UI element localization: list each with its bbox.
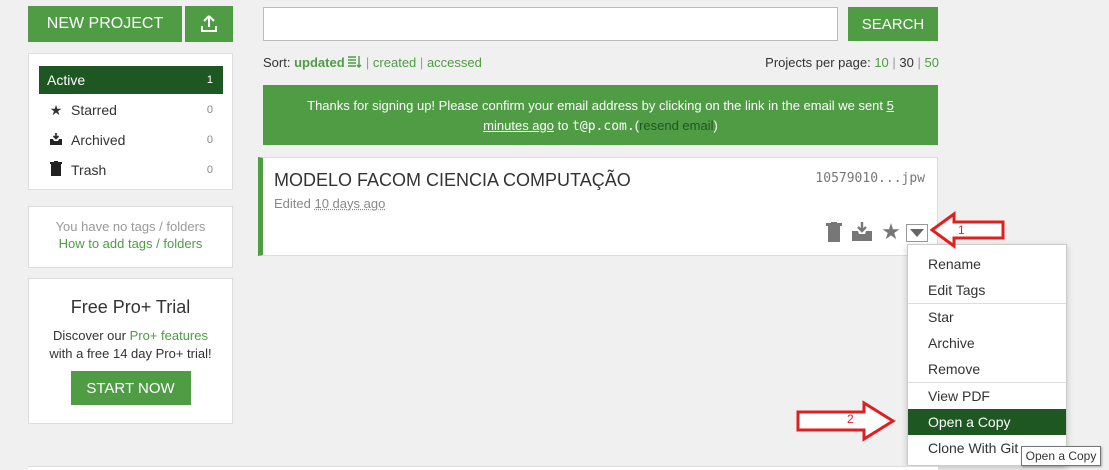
tags-empty-text: You have no tags / folders [55, 219, 206, 234]
sort-updated-link[interactable]: updated [294, 55, 345, 70]
sort-bar: Sort: updated | created | accessed Proje… [263, 55, 939, 70]
sidebar-item-label: Starred [71, 102, 117, 118]
sort-accessed-link[interactable]: accessed [427, 55, 482, 70]
menu-item-view-pdf[interactable]: View PDF [908, 383, 1066, 409]
start-now-button[interactable]: START NOW [70, 371, 191, 405]
sort-desc-icon[interactable] [348, 56, 362, 68]
menu-item-rename[interactable]: Rename [908, 251, 1066, 277]
sidebar-item-archived[interactable]: Archived 0 [39, 126, 223, 154]
banner-to: to [554, 118, 573, 133]
sidebar-item-count: 0 [206, 104, 213, 116]
annotation-label-1: 1 [958, 223, 965, 237]
project-id: 10579010...jpw [815, 171, 925, 186]
per-page-10[interactable]: 10 [874, 55, 888, 70]
trial-text-2: with a free 14 day Pro+ trial! [49, 346, 212, 361]
sidebar-item-label: Active [47, 72, 86, 88]
edited-time: 10 days ago [314, 196, 386, 211]
sidebar-item-count: 1 [206, 74, 213, 86]
annotation-arrow-2: 2 [796, 400, 896, 442]
pro-trial-panel: Free Pro+ Trial Discover our Pro+ featur… [28, 278, 233, 424]
menu-item-open-copy[interactable]: Open a Copy [908, 409, 1066, 435]
project-title[interactable]: MODELO FACOM CIENCIA COMPUTAÇÃO [274, 170, 631, 191]
trial-text: Discover our [53, 328, 130, 343]
banner-time-2: minutes ago [483, 118, 554, 133]
trash-icon[interactable] [823, 221, 845, 243]
sidebar-item-count: 0 [206, 164, 213, 176]
per-page-control: Projects per page: 10 | 30 | 50 [765, 55, 939, 70]
sidebar-filters: Active 1 ★ Starred 0 Archived 0 Trash 0 [28, 53, 233, 190]
tags-help-link[interactable]: How to add tags / folders [29, 236, 232, 251]
trial-title: Free Pro+ Trial [70, 297, 191, 317]
sidebar-item-trash[interactable]: Trash 0 [39, 156, 223, 184]
archive-icon [47, 132, 65, 149]
star-icon: ★ [49, 101, 63, 118]
search-input[interactable] [263, 7, 838, 41]
resend-email-link[interactable]: resend email [639, 118, 713, 133]
banner-email: t@p.com. [572, 119, 635, 134]
dropdown-toggle-button[interactable] [906, 224, 928, 242]
banner-text: Thanks for signing up! Please confirm yo… [307, 98, 887, 113]
sidebar-item-label: Trash [71, 162, 107, 178]
pro-features-link[interactable]: Pro+ features [130, 328, 208, 343]
new-project-button[interactable]: NEW PROJECT [28, 6, 182, 42]
sidebar-item-label: Archived [71, 132, 126, 148]
edited-prefix: Edited [274, 196, 315, 211]
per-page-50[interactable]: 50 [925, 55, 939, 70]
chevron-down-icon [910, 228, 924, 237]
menu-item-star[interactable]: Star [908, 304, 1066, 330]
upload-button[interactable] [185, 6, 233, 42]
menu-item-archive[interactable]: Archive [908, 330, 1066, 356]
footer-divider [28, 466, 938, 470]
per-page-label: Projects per page: [765, 55, 871, 70]
tags-panel: You have no tags / folders How to add ta… [28, 206, 233, 268]
menu-item-edit-tags[interactable]: Edit Tags [908, 277, 1066, 303]
menu-item-remove[interactable]: Remove [908, 356, 1066, 382]
star-icon[interactable]: ★ [880, 219, 902, 244]
project-card[interactable]: MODELO FACOM CIENCIA COMPUTAÇÃO 10579010… [258, 157, 938, 256]
sidebar-item-active[interactable]: Active 1 [39, 66, 223, 94]
per-page-30[interactable]: 30 [899, 55, 913, 70]
sidebar-item-starred[interactable]: ★ Starred 0 [39, 96, 223, 124]
annotation-label-2: 2 [847, 412, 854, 426]
upload-icon [201, 15, 217, 32]
email-confirm-banner: Thanks for signing up! Please confirm yo… [263, 85, 938, 145]
sort-created-link[interactable]: created [373, 55, 416, 70]
archive-icon[interactable] [851, 221, 873, 243]
annotation-arrow-1: 1 [930, 211, 1005, 249]
search-button[interactable]: SEARCH [848, 7, 938, 41]
project-actions-menu: Rename Edit Tags Star Archive Remove Vie… [907, 244, 1067, 466]
banner-time: 5 [886, 98, 894, 113]
banner-paren-close: ) [713, 118, 718, 133]
sidebar-item-count: 0 [206, 134, 213, 146]
trash-icon [47, 161, 65, 179]
tooltip: Open a Copy [1021, 446, 1101, 466]
sort-label: Sort: [263, 55, 291, 70]
project-edited: Edited 10 days ago [274, 196, 385, 211]
